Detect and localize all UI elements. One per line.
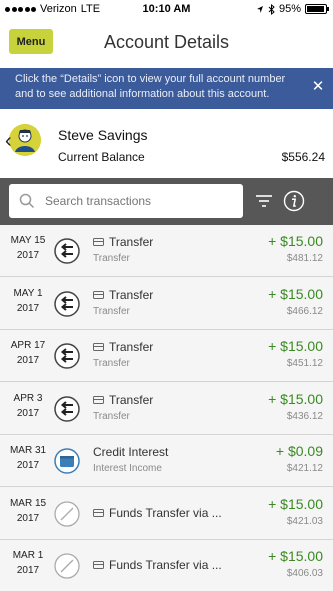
transaction-category: Interest Income xyxy=(93,463,162,474)
transaction-row[interactable]: MAY 1 2017 Transfer Transfer + $15.00 $466.12 xyxy=(0,277,333,330)
transaction-year: 2017 xyxy=(16,407,40,419)
transaction-title-text: Transfer xyxy=(109,392,154,407)
transaction-title: Credit Interest xyxy=(93,445,168,459)
search-input[interactable] xyxy=(45,190,235,212)
page-title: Account Details xyxy=(103,32,230,52)
search-box[interactable] xyxy=(9,184,243,218)
search-icon xyxy=(19,193,35,209)
current-balance-value: $556.24 xyxy=(281,150,325,164)
filter-icon[interactable] xyxy=(256,195,272,207)
transaction-amount: + $15.00 xyxy=(268,548,323,564)
transactions-list: MAY 15 2017 Transfer Transfer + $15.00 $481.1… xyxy=(0,225,333,592)
transaction-year: 2017 xyxy=(16,565,40,576)
banner-text: Click the “Details” icon to view your fu… xyxy=(15,73,286,100)
transaction-title: Transfer xyxy=(93,235,153,249)
transaction-amount: + $15.00 xyxy=(268,495,323,512)
transaction-date: MAR 1 2017 xyxy=(8,550,48,576)
current-balance-label: Current Balance xyxy=(58,150,145,164)
info-icon[interactable] xyxy=(283,190,305,212)
transaction-year: 2017 xyxy=(16,250,40,261)
transaction-amount: + $15.00 xyxy=(268,390,323,407)
transaction-year: 2017 xyxy=(16,512,40,524)
transaction-title: Transfer xyxy=(93,393,153,407)
transaction-title: Funds Transfer via ... xyxy=(93,558,222,572)
transaction-date: MAY 1 2017 xyxy=(8,288,48,314)
card-icon xyxy=(93,508,104,517)
transaction-year: 2017 xyxy=(16,302,40,314)
transaction-date: MAR 15 2017 xyxy=(8,498,48,524)
transfer-icon xyxy=(54,238,80,264)
transaction-month-day: APR 3 xyxy=(13,392,43,404)
transaction-amount: + $15.00 xyxy=(268,285,323,302)
battery-percent: 95% xyxy=(278,3,301,15)
search-toolbar xyxy=(0,178,333,225)
transfer-icon xyxy=(54,343,80,369)
transaction-title-text: Transfer xyxy=(109,235,154,249)
transaction-year: 2017 xyxy=(16,460,40,471)
transaction-title: Transfer xyxy=(93,340,153,354)
running-balance: $451.12 xyxy=(286,358,323,369)
back-chevron-icon[interactable]: ‹ xyxy=(5,130,12,153)
transaction-category: Transfer xyxy=(93,305,130,317)
transaction-title: Funds Transfer via ... xyxy=(93,506,222,520)
close-icon[interactable]: ✕ xyxy=(311,79,325,94)
transaction-row[interactable]: MAR 1 2017 Funds Transfer via ... + $15.00 $… xyxy=(0,540,333,592)
uncategorized-icon xyxy=(54,553,80,579)
transaction-date: APR 17 2017 xyxy=(8,340,48,366)
running-balance: $421.12 xyxy=(286,463,323,474)
transfer-icon xyxy=(54,290,80,317)
transaction-row[interactable]: MAR 15 2017 Funds Transfer via ... + $15.00… xyxy=(0,487,333,540)
card-icon xyxy=(93,395,104,404)
transaction-title-text: Credit Interest xyxy=(93,445,169,459)
transaction-month-day: MAY 1 xyxy=(13,287,43,299)
transaction-title-text: Transfer xyxy=(109,287,154,302)
transaction-title-text: Funds Transfer via ... xyxy=(109,505,222,520)
transaction-date: MAY 15 2017 xyxy=(8,235,48,261)
info-banner: Click the “Details” icon to view your fu… xyxy=(0,68,333,109)
card-icon xyxy=(93,561,104,569)
transaction-month-day: APR 17 xyxy=(10,340,46,351)
card-icon xyxy=(93,238,104,246)
bluetooth-icon xyxy=(268,3,275,15)
transaction-row[interactable]: MAY 15 2017 Transfer Transfer + $15.00 $481.1… xyxy=(0,225,333,277)
transaction-title-text: Funds Transfer via ... xyxy=(109,558,222,572)
card-icon xyxy=(93,343,104,351)
transaction-title: Transfer xyxy=(93,288,153,302)
transaction-amount: + $0.09 xyxy=(275,443,323,459)
running-balance: $436.12 xyxy=(286,410,323,422)
transaction-category: Transfer xyxy=(93,358,130,369)
transfer-icon xyxy=(54,395,80,422)
transaction-date: MAR 31 2017 xyxy=(8,445,48,471)
status-right: 95% xyxy=(256,3,329,15)
app-header: Menu Account Details xyxy=(0,18,333,66)
interest-icon xyxy=(54,448,80,474)
account-avatar xyxy=(9,124,41,156)
transaction-category: Transfer xyxy=(93,253,130,264)
location-icon xyxy=(256,5,263,13)
transaction-row[interactable]: APR 17 2017 Transfer Transfer + $15.00 $451.1… xyxy=(0,330,333,382)
transaction-row[interactable]: MAR 31 2017 Credit Interest Interest Income… xyxy=(0,435,333,487)
transaction-amount: + $15.00 xyxy=(268,338,323,354)
transaction-amount: + $15.00 xyxy=(268,233,323,249)
card-icon xyxy=(93,290,104,299)
transaction-month-day: MAR 1 xyxy=(12,550,44,561)
transaction-year: 2017 xyxy=(16,355,40,366)
transaction-title-text: Transfer xyxy=(109,340,154,354)
status-bar: Verizon LTE 10:10 AM 95% xyxy=(0,0,333,18)
transaction-month-day: MAY 15 xyxy=(10,235,46,246)
transaction-date: APR 3 2017 xyxy=(8,393,48,419)
piggy-portrait-icon xyxy=(9,124,41,156)
battery-icon xyxy=(305,4,329,14)
transaction-row[interactable]: APR 3 2017 Transfer Transfer + $15.00 $436.12 xyxy=(0,382,333,435)
running-balance: $406.03 xyxy=(286,568,323,579)
running-balance: $421.03 xyxy=(286,515,323,527)
running-balance: $481.12 xyxy=(286,253,323,264)
transaction-category: Transfer xyxy=(93,410,130,422)
account-summary: ‹ Steve Savings Current Balance $556.24 xyxy=(0,110,333,178)
uncategorized-icon xyxy=(54,500,80,527)
transaction-month-day: MAR 31 xyxy=(9,445,47,456)
transaction-month-day: MAR 15 xyxy=(9,497,47,509)
running-balance: $466.12 xyxy=(286,305,323,317)
account-name: Steve Savings xyxy=(58,127,148,143)
